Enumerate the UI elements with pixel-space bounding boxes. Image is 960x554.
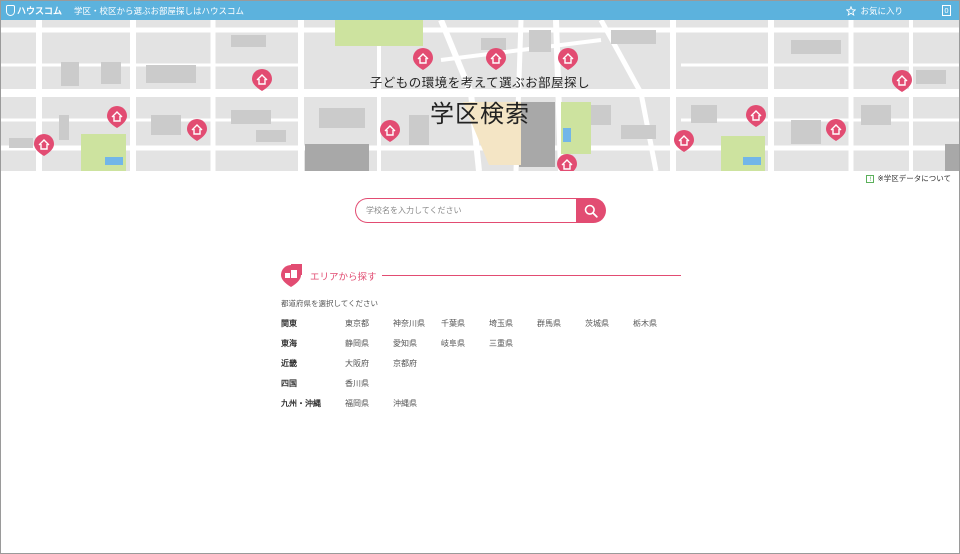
prefecture-link[interactable]: 東京都 (345, 318, 393, 329)
prefecture-link[interactable]: 千葉県 (441, 318, 489, 329)
region-row-kinki: 近畿 大阪府 京都府 (281, 358, 681, 378)
site-tagline: 学区・校区から選ぶお部屋探しはハウスコム (74, 7, 245, 17)
prefecture-link[interactable]: 栃木県 (633, 318, 681, 329)
prefecture-link[interactable]: 群馬県 (537, 318, 585, 329)
prefecture-link[interactable]: 三重県 (489, 338, 537, 349)
school-search-input[interactable] (355, 198, 577, 223)
prefecture-link[interactable]: 京都府 (393, 358, 441, 369)
region-name: 東海 (281, 339, 297, 348)
logo-text: ハウスコム (17, 7, 63, 17)
region-name: 関東 (281, 319, 297, 328)
region-row-tokai: 東海 静岡県 愛知県 岐阜県 三重県 (281, 338, 681, 358)
top-bar: ハウスコム 学区・校区から選ぶお部屋探しはハウスコム お気に入り 0 (1, 1, 959, 20)
search-icon (584, 204, 598, 218)
logo-house-icon (6, 5, 15, 16)
school-data-note-label: ※学区データについて (877, 174, 951, 183)
prefecture-link[interactable]: 愛知県 (393, 338, 441, 349)
star-icon (846, 6, 857, 16)
site-logo[interactable]: ハウスコム (6, 4, 62, 17)
region-name: 九州・沖縄 (281, 399, 321, 408)
prefecture-link[interactable]: 神奈川県 (393, 318, 441, 329)
hero-title: 学区検索 (430, 100, 530, 128)
prefecture-link[interactable]: 茨城県 (585, 318, 633, 329)
favorites-label: お気に入り (860, 7, 903, 17)
info-box-icon: ! (866, 174, 875, 183)
school-search (355, 198, 606, 223)
region-row-shikoku: 四国 香川県 (281, 378, 681, 398)
favorites-count-badge[interactable]: 0 (942, 5, 951, 16)
prefecture-link[interactable]: 福岡県 (345, 398, 393, 409)
prefecture-link[interactable]: 埼玉県 (489, 318, 537, 329)
favorites-link[interactable]: お気に入り (846, 5, 903, 17)
region-list: 関東 東京都 神奈川県 千葉県 埼玉県 群馬県 茨城県 栃木県 東海 静岡県 愛… (281, 318, 681, 418)
area-divider (382, 275, 681, 276)
search-button[interactable] (576, 198, 606, 223)
prefecture-link[interactable]: 沖縄県 (393, 398, 441, 409)
region-name: 四国 (281, 379, 297, 388)
region-row-kyushu-okinawa: 九州・沖縄 福岡県 沖縄県 (281, 398, 681, 418)
prefecture-link[interactable]: 大阪府 (345, 358, 393, 369)
area-section-header: エリアから探す (280, 264, 681, 287)
area-section-title: エリアから探す (310, 272, 377, 283)
school-data-note-link[interactable]: ! ※学区データについて (866, 173, 951, 184)
hero-map-banner: 子どもの環境を考えて選ぶお部屋探し 学区検索 (1, 20, 959, 171)
prefecture-link[interactable]: 静岡県 (345, 338, 393, 349)
prefecture-link[interactable]: 香川県 (345, 378, 393, 389)
prefecture-instruction: 都道府県を選択してください (281, 299, 379, 308)
area-pin-icon (281, 264, 302, 287)
prefecture-link[interactable]: 岐阜県 (441, 338, 489, 349)
region-row-kanto: 関東 東京都 神奈川県 千葉県 埼玉県 群馬県 茨城県 栃木県 (281, 318, 681, 338)
hero-subtitle: 子どもの環境を考えて選ぶお部屋探し (369, 75, 591, 90)
region-name: 近畿 (281, 359, 297, 368)
